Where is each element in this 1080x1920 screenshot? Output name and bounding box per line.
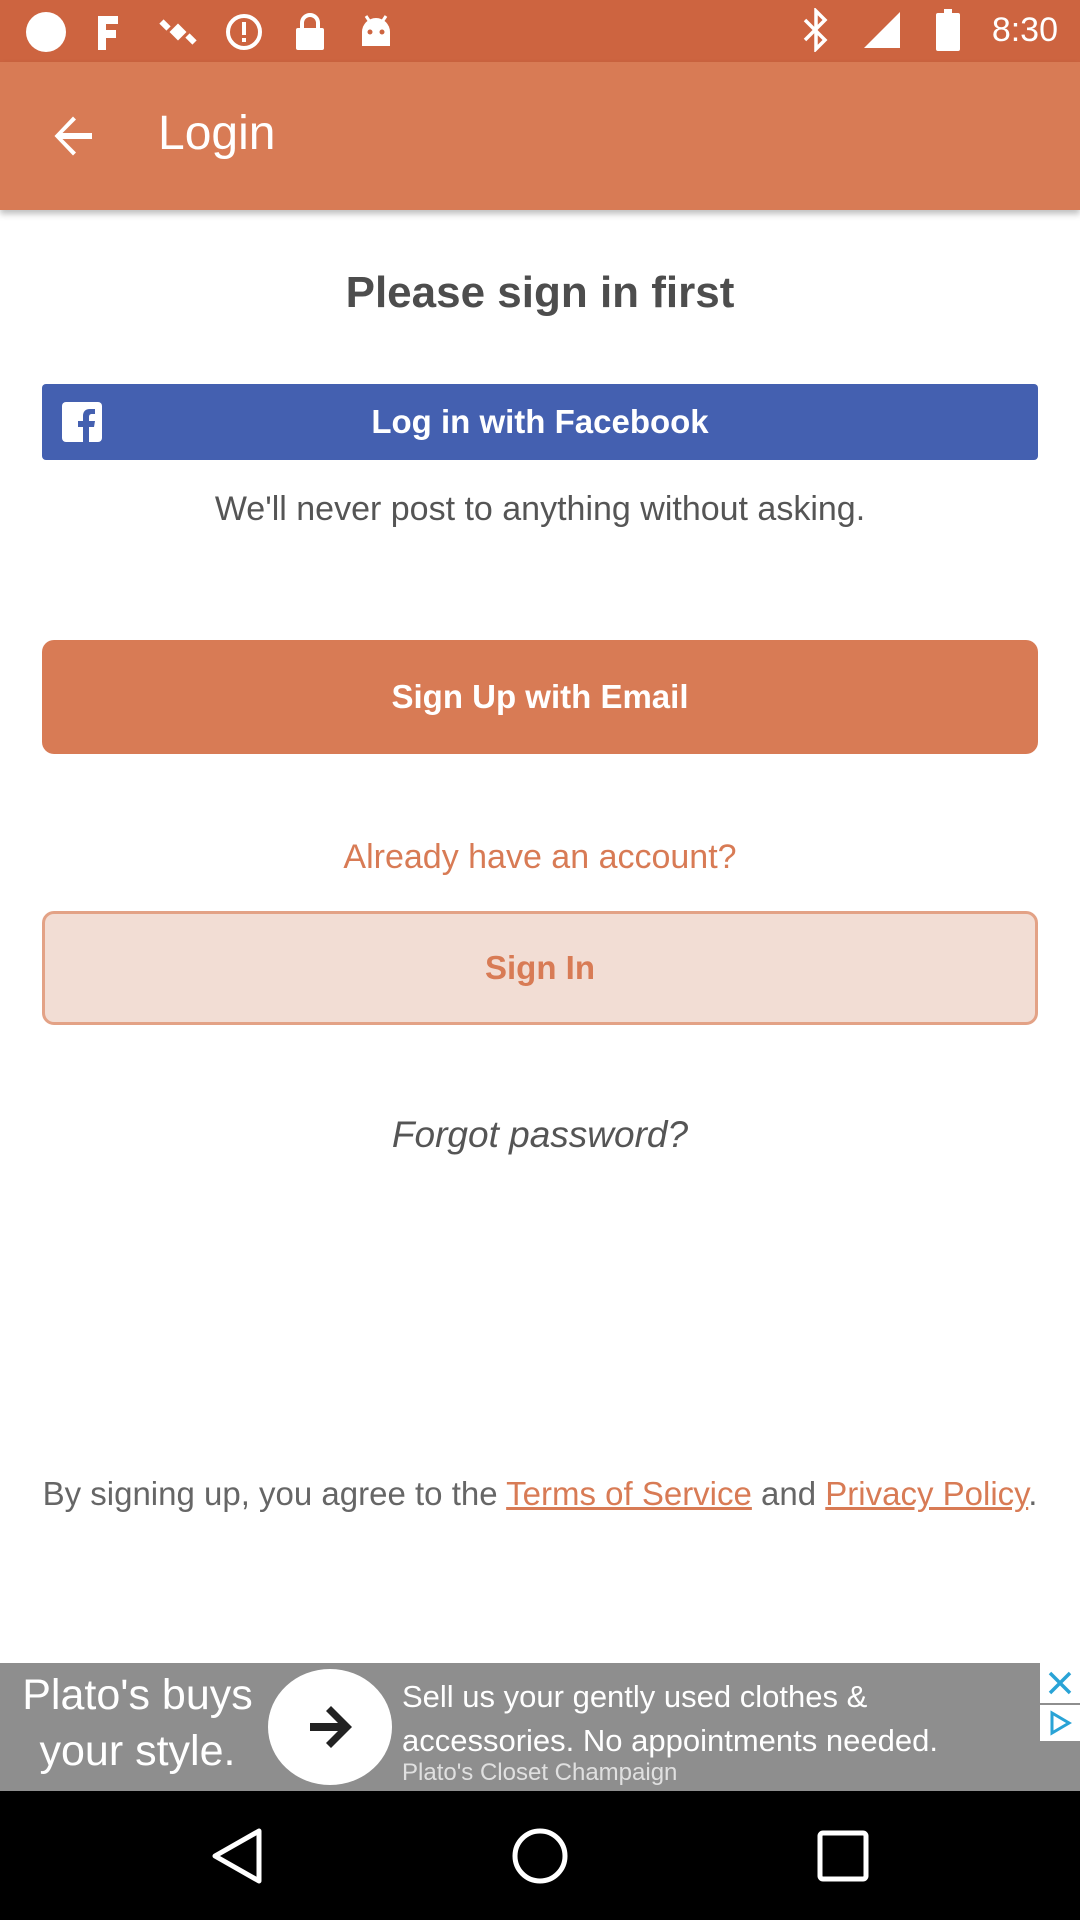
page-title: Login xyxy=(158,107,276,160)
nav-home-button[interactable] xyxy=(505,1821,575,1891)
privacy-policy-link[interactable]: Privacy Policy xyxy=(825,1475,1028,1512)
circle-home-icon xyxy=(512,1828,568,1884)
satellite-icon xyxy=(156,10,200,54)
sign-in-heading: Please sign in first xyxy=(345,268,735,317)
square-recents-icon xyxy=(817,1830,869,1882)
close-icon xyxy=(1048,1671,1072,1695)
already-have-account: Already have an account? xyxy=(343,838,737,876)
navigation-bar xyxy=(0,1791,1080,1920)
android-icon xyxy=(354,10,398,54)
facebook-login-label: Log in with Facebook xyxy=(371,403,709,440)
arrow-right-icon xyxy=(310,1706,352,1748)
signup-email-label: Sign Up with Email xyxy=(391,678,689,715)
forgot-password-link[interactable]: Forgot password? xyxy=(0,1114,1080,1156)
status-bar: 8:30 xyxy=(0,0,1080,62)
sign-in-button[interactable]: Sign In xyxy=(42,911,1038,1025)
signal-icon xyxy=(860,8,904,52)
facebook-icon xyxy=(62,402,102,442)
ad-close-button[interactable] xyxy=(1040,1663,1080,1703)
alert-icon xyxy=(222,10,266,54)
ad-headline: Plato's buys your style. xyxy=(22,1671,253,1775)
adchoices-icon xyxy=(1050,1710,1072,1736)
privacy-note: We'll never post to anything without ask… xyxy=(214,490,866,528)
circle-icon xyxy=(24,10,68,54)
triangle-back-icon xyxy=(212,1828,262,1884)
nav-recents-button[interactable] xyxy=(808,1821,878,1891)
terms-of-service-link[interactable]: Terms of Service xyxy=(506,1475,752,1512)
ad-banner[interactable]: Plato's buys your style. Sell us your ge… xyxy=(0,1663,1080,1791)
terms-prefix: By signing up, you agree to the xyxy=(42,1475,507,1512)
back-button[interactable] xyxy=(42,104,106,168)
lock-icon xyxy=(288,10,332,54)
facebook-login-button[interactable]: Log in with Facebook xyxy=(42,384,1038,460)
ad-arrow-button[interactable] xyxy=(268,1669,392,1785)
status-time: 8:30 xyxy=(991,10,1058,49)
terms-notice: By signing up, you agree to the Terms of… xyxy=(40,1472,1040,1516)
ad-advertiser: Plato's Closet Champaign xyxy=(402,1759,678,1786)
signup-email-button[interactable]: Sign Up with Email xyxy=(42,640,1038,754)
battery-icon xyxy=(926,8,970,52)
bluetooth-icon xyxy=(794,8,838,52)
nav-back-button[interactable] xyxy=(202,1821,272,1891)
arrow-left-icon xyxy=(54,116,92,156)
sign-in-label: Sign In xyxy=(485,949,595,986)
app-bar: Login xyxy=(0,62,1080,210)
terms-mid: and xyxy=(751,1475,826,1512)
terms-suffix: . xyxy=(1028,1475,1038,1512)
ad-body: Sell us your gently used clothes & acces… xyxy=(402,1679,938,1758)
ad-choices-button[interactable] xyxy=(1040,1705,1080,1741)
fake-gps-icon xyxy=(90,10,134,54)
